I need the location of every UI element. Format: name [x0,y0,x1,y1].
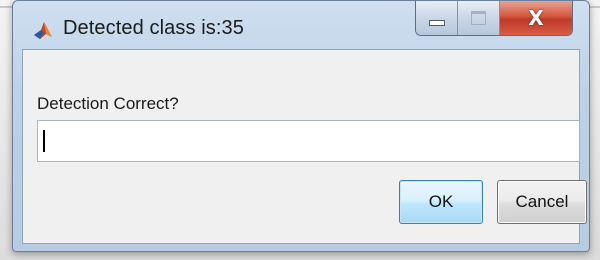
maximize-button[interactable] [458,1,500,35]
prompt-label: Detection Correct? [37,94,179,113]
window-title: Detected class is:35 [63,17,244,39]
window-controls: X [415,1,573,36]
close-button[interactable]: X [500,1,572,35]
minimize-icon [428,20,445,26]
maximize-icon [471,11,486,25]
ok-button[interactable]: OK [399,180,483,224]
text-cursor [43,130,45,152]
title-bar[interactable]: Detected class is:35 X [13,1,589,49]
close-icon: X [528,6,544,30]
cancel-button[interactable]: Cancel [497,180,587,224]
dialog-window: Detected class is:35 X Detection Correct… [12,0,590,252]
minimize-button[interactable] [416,1,458,35]
matlab-icon [33,20,53,40]
answer-input[interactable] [37,120,580,162]
dialog-body: Detection Correct? OK Cancel [22,49,587,244]
